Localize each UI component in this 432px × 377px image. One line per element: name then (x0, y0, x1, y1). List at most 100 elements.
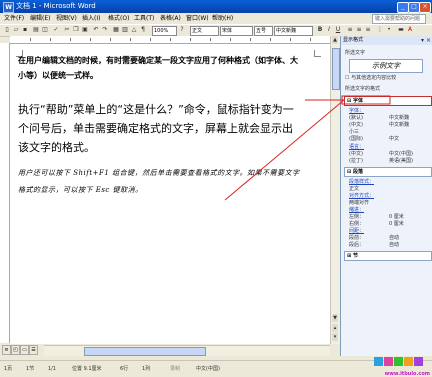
normal-view-icon[interactable]: ≡ (2, 345, 11, 355)
paragraph-section-header[interactable]: ⊟ 段落 (344, 167, 432, 177)
section-section-header[interactable]: ⊞ 节 (344, 251, 432, 261)
cut-icon[interactable]: ✂ (63, 26, 71, 34)
align-right-icon[interactable]: ≡ (364, 26, 372, 34)
font-row-4: (国际) (349, 136, 363, 142)
para-row-7[interactable]: 间距： (349, 227, 364, 234)
scroll-down-icon[interactable]: ▼ (332, 314, 338, 322)
paste-icon[interactable]: ▣ (81, 26, 89, 34)
underline-icon[interactable]: U (334, 26, 342, 34)
language-row-0-value: 中文(中国) (389, 151, 413, 157)
watermark-text: www.itbulo.com (384, 371, 430, 377)
site-watermark: www.itbulo.com (368, 355, 430, 377)
font-row-2-value: 中文新魏 (389, 122, 410, 128)
word-app-icon[interactable]: W (3, 2, 14, 13)
status-pages: 1/1 (48, 366, 57, 372)
menu-insert[interactable]: 插入(I) (82, 13, 100, 24)
print-view-icon[interactable]: ▭ (20, 345, 29, 355)
horizontal-scrollbar[interactable] (44, 345, 330, 356)
new-icon[interactable]: ▯ (3, 26, 11, 34)
save-icon[interactable]: ▪ (21, 26, 29, 34)
para-row-2[interactable]: 对齐方式： (349, 192, 374, 199)
next-page-icon[interactable]: ▾ (332, 333, 338, 341)
font-color-icon[interactable]: A (406, 26, 414, 34)
outline-view-icon[interactable]: ☰ (29, 345, 38, 355)
vertical-ruler[interactable] (0, 43, 10, 343)
compare-checkbox[interactable]: ☐ 与其他选定内容比较 (345, 74, 396, 81)
pane-title: 显示格式 (341, 36, 432, 45)
pane-close-icon[interactable]: ▾ × (421, 36, 431, 45)
word-window: W 文档 1 - Microsoft Word _ □ × 文件(F) 编辑(E… (0, 0, 432, 377)
para-row-3: 两端对齐 (349, 200, 370, 206)
para-row-8-value: 自动 (389, 235, 400, 241)
style-select[interactable]: 正文 (190, 26, 219, 36)
redo-icon[interactable]: ↷ (101, 26, 109, 34)
align-center-icon[interactable]: ≡ (355, 26, 363, 34)
undo-icon[interactable]: ↶ (92, 26, 100, 34)
menu-window[interactable]: 窗口(W) (186, 13, 209, 24)
menu-table[interactable]: 表格(A) (160, 13, 181, 24)
zoom-select[interactable]: 100% (152, 26, 177, 36)
section-section-label: 节 (352, 253, 358, 259)
bullets-icon[interactable]: • (385, 26, 393, 34)
paragraph-1[interactable]: 在用户编辑文档的时候，有时需要确定某一段文字应用了何种格式（如字体、大小等）以便… (18, 53, 298, 83)
highlight-icon[interactable]: ▬ (397, 26, 405, 34)
help-search-input[interactable]: 键入需要帮助的问题 (372, 14, 426, 24)
hscroll-thumb[interactable] (84, 347, 206, 356)
language-link[interactable]: 语言： (349, 143, 364, 150)
table-icon[interactable]: ▦ (112, 26, 120, 34)
sample-text-box[interactable]: 示例文字 (349, 59, 423, 73)
align-left-icon[interactable]: ≡ (346, 26, 354, 34)
selected-text-label: 所选文字 (345, 50, 366, 56)
menu-tools[interactable]: 工具(T) (134, 13, 154, 24)
paragraph-3[interactable]: 用户还可以按下 Shift+F1 组合键，然后单击需要查看格式的文字。如果不需要… (18, 165, 303, 199)
status-section: 1节 (26, 366, 35, 372)
print-icon[interactable]: ▤ (32, 26, 40, 34)
font-section-label: 字体 (352, 98, 363, 104)
font-style-select[interactable]: 中文新魏 (274, 26, 313, 36)
para-row-9: 段后： (349, 242, 365, 248)
para-row-5-value: 0 厘米 (389, 214, 404, 220)
italic-icon[interactable]: I (325, 26, 333, 34)
document-scrollbar[interactable]: ▲ ▼ ▴ ▾ (330, 36, 340, 344)
font-row-0[interactable]: 字体： (349, 107, 364, 114)
font-select[interactable]: 宋体 (220, 26, 253, 36)
numbering-icon[interactable]: ⋮ (376, 26, 384, 34)
menu-view[interactable]: 视图(V) (56, 13, 77, 24)
para-row-0[interactable]: 段落样式： (349, 178, 374, 185)
open-icon[interactable]: ▱ (12, 26, 20, 34)
font-row-1-value: 中文新魏 (389, 115, 410, 121)
horizontal-ruler[interactable] (10, 36, 330, 44)
language-row-1: (拉丁) (349, 158, 363, 164)
bold-icon[interactable]: B (316, 26, 324, 34)
para-row-5: 左侧： (349, 214, 365, 220)
reveal-formatting-pane: 显示格式 ▾ × 所选文字 示例文字 ☐ 与其他选定内容比较 所选文字的格式 ⊟… (340, 36, 432, 356)
preview-icon[interactable]: ◫ (41, 26, 49, 34)
menu-edit[interactable]: 编辑(E) (30, 13, 50, 24)
status-rec[interactable]: 录制 (170, 364, 180, 374)
status-line: 6行 (120, 366, 129, 372)
scroll-up-icon[interactable]: ▲ (332, 36, 338, 44)
spelling-icon[interactable]: ✓ (52, 26, 60, 34)
paragraph-section-label: 段落 (352, 169, 363, 175)
menu-bar: 文件(F) 编辑(E) 视图(V) 插入(I) 格式(O) 工具(T) 表格(A… (0, 13, 432, 24)
para-row-4[interactable]: 缩进： (349, 206, 364, 213)
status-column: 1列 (142, 366, 151, 372)
show-hide-icon[interactable]: ¶ (139, 26, 147, 34)
menu-help[interactable]: 帮助(H) (212, 13, 233, 24)
menu-format[interactable]: 格式(O) (108, 13, 129, 24)
compare-label: 与其他选定内容比较 (351, 75, 397, 81)
columns-icon[interactable]: ▥ (121, 26, 129, 34)
drawing-icon[interactable]: △ (130, 26, 138, 34)
copy-icon[interactable]: ❐ (72, 26, 80, 34)
font-section-header[interactable]: ⊟ 字体 (344, 96, 432, 106)
web-view-icon[interactable]: ◰ (11, 345, 20, 355)
close-button[interactable]: × (419, 2, 431, 13)
menu-file[interactable]: 文件(F) (4, 13, 24, 24)
help-icon[interactable]: ? (178, 26, 186, 34)
prev-page-icon[interactable]: ▴ (332, 324, 338, 332)
paragraph-2[interactable]: 执行“帮助”菜单上的“这是什么？”命令，鼠标指针变为一个问号后，单击需要确定格式… (18, 100, 303, 157)
font-size-select[interactable]: 五号 (254, 26, 273, 36)
scroll-thumb[interactable] (332, 48, 340, 90)
para-row-6: 右侧： (349, 221, 365, 227)
status-position: 位置 9.1厘米 (72, 366, 102, 372)
